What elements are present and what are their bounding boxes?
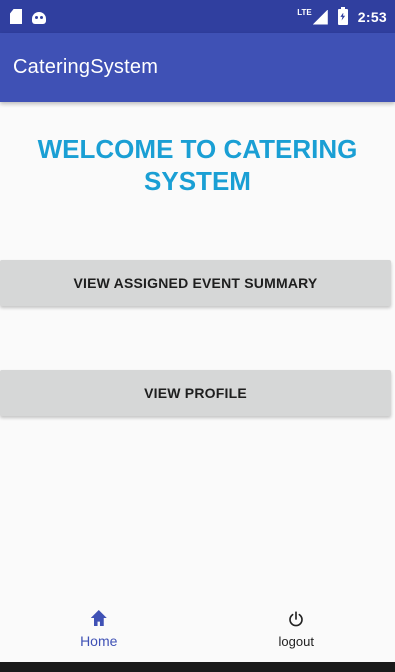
nav-item-logout[interactable]: logout — [198, 600, 395, 662]
app-bar: CateringSystem — [0, 33, 395, 102]
system-nav-edge — [0, 662, 395, 672]
status-notifications — [10, 9, 46, 24]
lte-label: LTE — [297, 7, 312, 17]
bottom-navigation: Home logout — [0, 600, 395, 662]
screen: LTE 2:53 CateringSystem WELCOME TO CATER… — [0, 0, 395, 672]
power-icon — [289, 611, 304, 627]
sd-card-icon — [10, 9, 22, 24]
app-title: CateringSystem — [13, 56, 159, 78]
signal-icon — [312, 9, 328, 25]
status-time: 2:53 — [357, 8, 387, 25]
view-assigned-event-summary-button[interactable]: VIEW ASSIGNED EVENT SUMMARY — [0, 260, 391, 306]
android-debug-icon — [32, 12, 46, 24]
welcome-line-2: SYSTEM — [144, 166, 251, 196]
nav-item-home[interactable]: Home — [0, 600, 198, 662]
welcome-line-1: WELCOME TO CATERING — [37, 134, 358, 164]
home-icon — [90, 610, 107, 626]
network-indicator: LTE — [297, 7, 328, 25]
status-bar: LTE 2:53 — [0, 0, 395, 33]
nav-label-home: Home — [80, 633, 118, 649]
view-profile-button[interactable]: VIEW PROFILE — [0, 370, 391, 416]
status-indicators: LTE 2:53 — [297, 6, 387, 25]
battery-charging-icon — [337, 6, 348, 25]
nav-label-logout: logout — [278, 634, 314, 649]
welcome-heading: WELCOME TO CATERING SYSTEM — [0, 133, 395, 197]
